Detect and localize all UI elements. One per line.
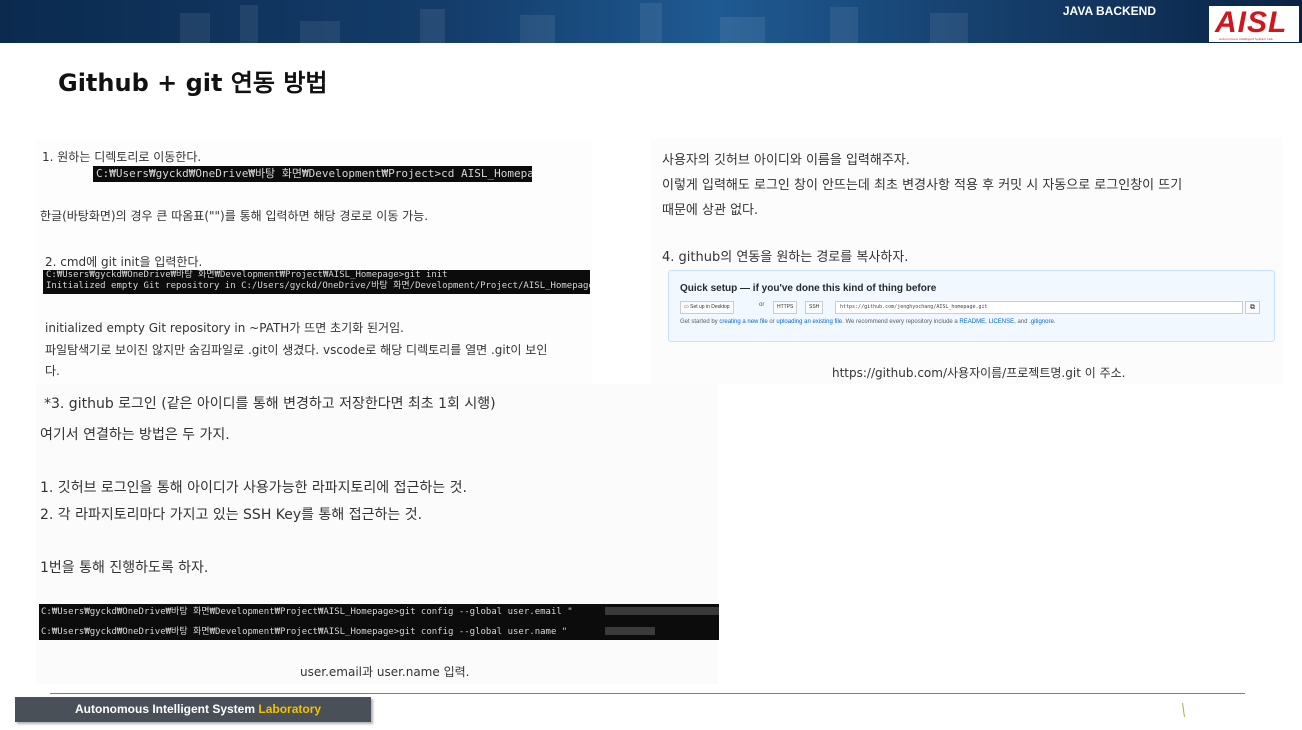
- config-command-name: C:₩Users₩gyckd₩OneDrive₩바탕 화면₩Developmen…: [41, 627, 568, 637]
- readme-link[interactable]: README: [959, 319, 985, 325]
- step2-command-line2: Initialized empty Git repository in C:/U…: [46, 281, 590, 291]
- setup-desktop-label: Set up in Desktop: [690, 304, 730, 310]
- step3-text: *3. github 로그인 (같은 아이디를 통해 변경하고 저장한다면 최초…: [44, 396, 496, 412]
- config-command-email: C:₩Users₩gyckd₩OneDrive₩바탕 화면₩Developmen…: [41, 607, 573, 617]
- help-prefix: Get started by: [680, 319, 718, 325]
- lab-name: Autonomous Intelligent System: [75, 702, 256, 716]
- https-button[interactable]: HTTPS: [773, 301, 798, 314]
- redacted-email: [605, 607, 719, 615]
- step2-note3: 다.: [45, 364, 60, 378]
- help-or: or: [769, 319, 775, 325]
- step2-note1: initialized empty Git repository in ~PAT…: [45, 321, 404, 335]
- repo-url-field[interactable]: https://github.com/jenghyochang/AISL_hom…: [835, 301, 1243, 314]
- footer-tick: [1182, 702, 1185, 718]
- ssh-button[interactable]: SSH: [805, 301, 824, 314]
- gitignore-link[interactable]: .gitignore: [1029, 319, 1054, 325]
- slide-title: Github + git 연동 방법: [58, 69, 328, 97]
- step1-note: 한글(바탕화면)의 경우 큰 따옴표("")를 통해 입력하면 해당 경로로 이…: [40, 209, 429, 223]
- copy-icon[interactable]: ⧉: [1245, 301, 1260, 314]
- step2-command-line1: C:₩Users₩gyckd₩OneDrive₩바탕 화면₩Developmen…: [46, 270, 448, 280]
- right-line3: 때문에 상관 없다.: [662, 203, 759, 218]
- upload-file-link[interactable]: uploading an existing file: [776, 319, 842, 325]
- method2-text: 2. 각 라파지토리마다 가지고 있는 SSH Key를 통해 접근하는 것.: [40, 507, 423, 523]
- config-command: C:₩Users₩gyckd₩OneDrive₩바탕 화면₩Developmen…: [39, 604, 719, 640]
- step2-text: 2. cmd에 git init을 입력한다.: [45, 255, 203, 269]
- logo-text: AISL: [1215, 6, 1288, 39]
- step2-command: C:₩Users₩gyckd₩OneDrive₩바탕 화면₩Developmen…: [43, 270, 590, 294]
- quick-setup-panel: Quick setup — if you've done this kind o…: [668, 270, 1275, 342]
- quick-setup-title: Quick setup — if you've done this kind o…: [680, 283, 937, 294]
- footer-lab-name: Autonomous Intelligent System Laboratory: [75, 702, 321, 716]
- right-line1: 사용자의 깃허브 아이디와 이름을 입력해주자.: [662, 153, 910, 168]
- redacted-name: [605, 627, 655, 635]
- footer-divider: [50, 693, 1245, 694]
- lab-accent: Laboratory: [258, 702, 322, 716]
- step4-text: 4. github의 연동을 원하는 경로를 복사하자.: [662, 250, 909, 265]
- method1-text: 1. 깃허브 로그인을 통해 아이디가 사용가능한 라파지토리에 접근하는 것.: [40, 480, 467, 496]
- step1-command: C:₩Users₩gyckd₩OneDrive₩바탕 화면₩Developmen…: [93, 166, 532, 182]
- course-label: JAVA BACKEND: [1062, 4, 1156, 18]
- logo-subtext: Autonomous Intelligent System Lab.: [1219, 37, 1274, 41]
- choice-text: 1번을 통해 진행하도록 하자.: [40, 560, 209, 576]
- quick-setup-help: Get started by creating a new file or up…: [680, 319, 1056, 325]
- setup-desktop-button[interactable]: ▭ Set up in Desktop: [680, 301, 734, 314]
- step3-intro: 여기서 연결하는 방법은 두 가지.: [40, 427, 230, 443]
- right-line2: 이렇게 입력해도 로그인 창이 안뜨는데 최초 변경사항 적용 후 커밋 시 자…: [662, 178, 1183, 193]
- footer-bar: Autonomous Intelligent System Laboratory: [15, 697, 371, 722]
- help-rest: . We recommend every repository include …: [842, 319, 958, 325]
- step1-text: 1. 원하는 디렉토리로 이동한다.: [42, 150, 202, 164]
- license-link[interactable]: LICENSE: [988, 319, 1014, 325]
- or-label: or: [759, 302, 765, 308]
- help-and: , and: [1014, 319, 1028, 325]
- config-caption: user.email과 user.name 입력.: [300, 665, 470, 679]
- create-file-link[interactable]: creating a new file: [719, 319, 767, 325]
- url-caption: https://github.com/사용자이름/프로젝트명.git 이 주소.: [832, 366, 1126, 380]
- header-banner: JAVA BACKEND AISL Autonomous Intelligent…: [0, 0, 1302, 43]
- step2-note2: 파일탐색기로 보이진 않지만 숨김파일로 .git이 생겼다. vscode로 …: [45, 343, 548, 357]
- aisl-logo: AISL Autonomous Intelligent System Lab.: [1209, 6, 1299, 42]
